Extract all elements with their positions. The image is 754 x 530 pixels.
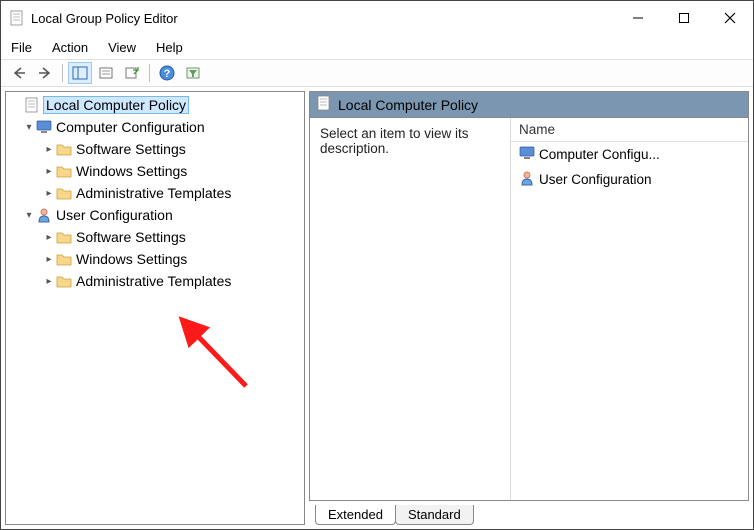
help-button[interactable] [155,62,179,84]
tree-pane[interactable]: Local Computer Policy ▾ Computer Configu… [5,91,305,525]
properties-button[interactable] [94,62,118,84]
right-pane: Local Computer Policy Select an item to … [309,91,749,525]
tree-label: Software Settings [76,141,186,157]
chevron-right-icon[interactable]: ▸ [42,144,56,155]
application-window: Local Group Policy Editor File Action Vi… [0,0,754,530]
tree-label: Local Computer Policy [44,97,188,113]
user-icon [36,207,52,223]
back-button[interactable] [7,62,31,84]
tree-administrative-templates[interactable]: ▸ Administrative Templates [6,182,304,204]
show-tree-button[interactable] [68,62,92,84]
tree-administrative-templates[interactable]: ▸ Administrative Templates [6,270,304,292]
close-button[interactable] [707,1,753,35]
folder-icon [56,251,72,267]
folder-icon [56,163,72,179]
menubar: File Action View Help [1,35,753,59]
tree-label: Windows Settings [76,251,187,267]
window-title: Local Group Policy Editor [31,11,615,26]
tree-computer-configuration[interactable]: ▾ Computer Configuration [6,116,304,138]
chevron-right-icon[interactable]: ▸ [42,276,56,287]
tree-label: Computer Configuration [56,119,205,135]
list-item[interactable]: User Configuration [511,167,748,192]
computer-icon [519,145,535,164]
list-item[interactable]: Computer Configu... [511,142,748,167]
list-header-name[interactable]: Name [511,118,748,142]
folder-icon [56,141,72,157]
maximize-button[interactable] [661,1,707,35]
app-icon [9,10,25,26]
tree-software-settings[interactable]: ▸ Software Settings [6,226,304,248]
description-column: Select an item to view its description. [310,118,510,500]
tree-label: User Configuration [56,207,173,223]
document-icon [24,97,40,113]
forward-button[interactable] [33,62,57,84]
tree-label: Administrative Templates [76,273,231,289]
list-item-label: Computer Configu... [539,147,660,162]
titlebar: Local Group Policy Editor [1,1,753,35]
export-button[interactable] [120,62,144,84]
tree-label: Software Settings [76,229,186,245]
tree-root[interactable]: Local Computer Policy [6,94,304,116]
chevron-right-icon[interactable]: ▸ [42,232,56,243]
tree-user-configuration[interactable]: ▾ User Configuration [6,204,304,226]
toolbar-separator [149,64,150,82]
toolbar [1,59,753,87]
description-text: Select an item to view its description. [320,126,469,156]
folder-icon [56,273,72,289]
view-tabs: Extended Standard [309,501,749,525]
menu-view[interactable]: View [104,38,140,57]
chevron-down-icon[interactable]: ▾ [22,122,36,133]
content-header: Local Computer Policy [310,92,748,118]
content-title: Local Computer Policy [338,97,478,113]
filter-button[interactable] [181,62,205,84]
main-body: Local Computer Policy ▾ Computer Configu… [1,87,753,529]
tree-label: Administrative Templates [76,185,231,201]
toolbar-separator [62,64,63,82]
folder-icon [56,229,72,245]
tree-windows-settings[interactable]: ▸ Windows Settings [6,248,304,270]
menu-action[interactable]: Action [48,38,92,57]
list-column: Name Computer Configu... User Configurat… [510,118,748,500]
chevron-right-icon[interactable]: ▸ [42,188,56,199]
content-frame: Local Computer Policy Select an item to … [309,91,749,501]
menu-file[interactable]: File [7,38,36,57]
tree-windows-settings[interactable]: ▸ Windows Settings [6,160,304,182]
menu-help[interactable]: Help [152,38,187,57]
tree-label: Windows Settings [76,163,187,179]
content-body: Select an item to view its description. … [310,118,748,500]
tab-extended[interactable]: Extended [315,505,396,525]
chevron-right-icon[interactable]: ▸ [42,166,56,177]
tab-standard[interactable]: Standard [395,505,474,525]
computer-icon [36,119,52,135]
chevron-right-icon[interactable]: ▸ [42,254,56,265]
document-icon [316,95,332,114]
minimize-button[interactable] [615,1,661,35]
folder-icon [56,185,72,201]
list-item-label: User Configuration [539,172,652,187]
user-icon [519,170,535,189]
chevron-down-icon[interactable]: ▾ [22,210,36,221]
tree-software-settings[interactable]: ▸ Software Settings [6,138,304,160]
